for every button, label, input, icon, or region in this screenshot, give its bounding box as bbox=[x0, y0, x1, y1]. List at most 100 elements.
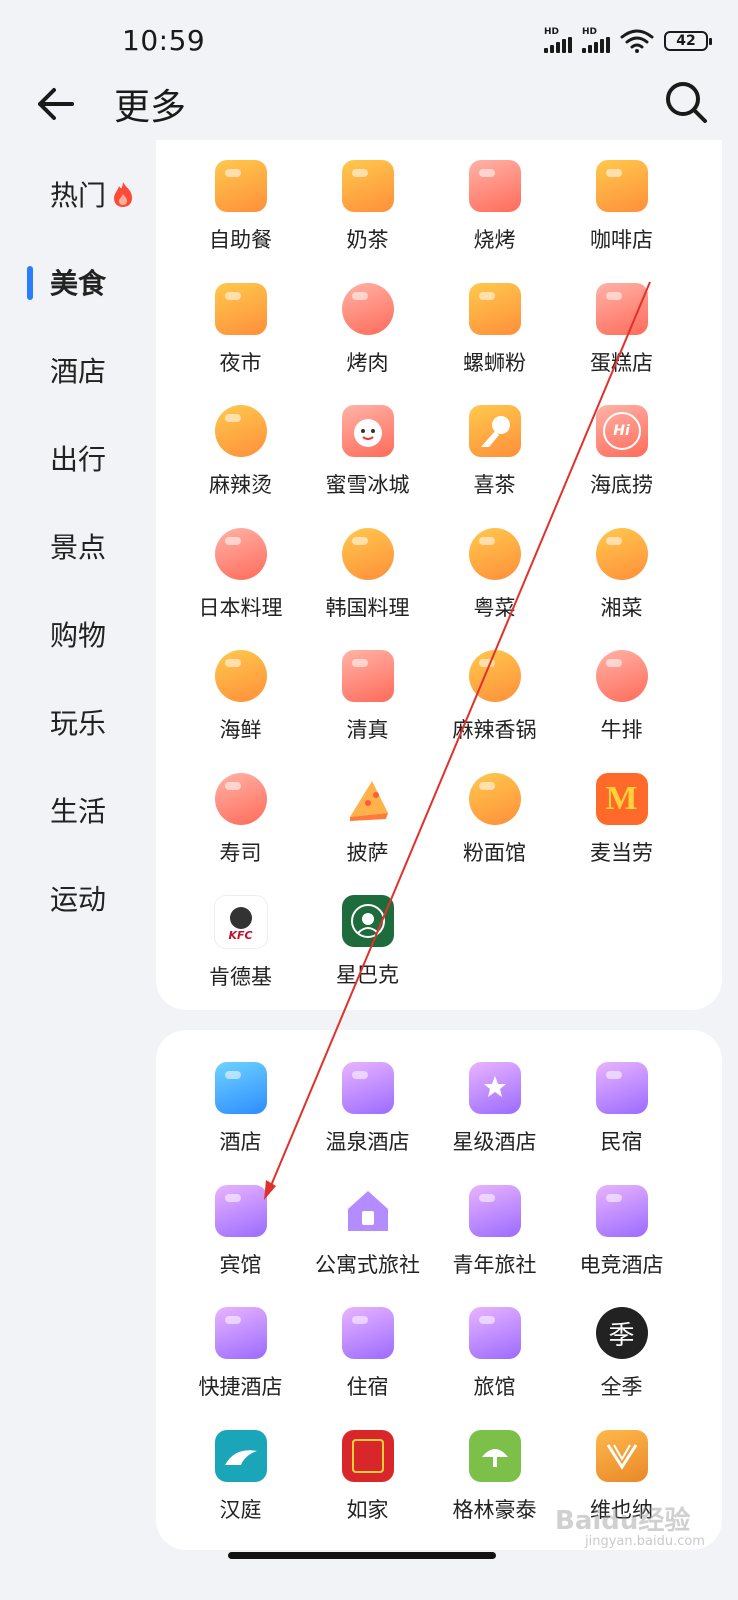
grid-item-japanese[interactable]: 日本料理 bbox=[177, 527, 304, 651]
grid-item-label: 夜市 bbox=[219, 350, 262, 375]
grid-item-label: 肯德基 bbox=[209, 965, 272, 989]
grid-item-sushi[interactable]: 寿司 bbox=[177, 772, 304, 896]
grid-item-hunan[interactable]: 湘菜 bbox=[558, 527, 685, 651]
sidebar-item-label: 景点 bbox=[50, 531, 107, 564]
grid-item-label: 烤肉 bbox=[346, 350, 389, 375]
grid-item-cake[interactable]: 蛋糕店 bbox=[558, 282, 685, 406]
grid-item-halal[interactable]: 清真 bbox=[304, 650, 431, 773]
grid-item-mcdonalds[interactable]: M 麦当劳 bbox=[558, 772, 685, 896]
sidebar-item-label: 美食 bbox=[50, 267, 107, 300]
mcdonalds-logo-icon: M bbox=[595, 772, 648, 825]
grid-item-grilled-meat[interactable]: 烤肉 bbox=[304, 282, 431, 406]
grid-item-hot-spring[interactable]: 温泉酒店 bbox=[304, 1062, 431, 1185]
noodle-shop-icon bbox=[468, 772, 521, 825]
mcdonalds-logo-text: M bbox=[605, 779, 638, 817]
grid-item-steak[interactable]: 牛排 bbox=[558, 650, 685, 773]
grid-item-buffet[interactable]: 自助餐 bbox=[177, 160, 304, 283]
sidebar-item-hotel[interactable]: 酒店 bbox=[0, 326, 155, 414]
grid-item-label: 宾馆 bbox=[219, 1252, 262, 1277]
home-indicator[interactable] bbox=[228, 1552, 496, 1559]
grid-item-label: 星级酒店 bbox=[452, 1130, 537, 1154]
grid-item-guesthouse[interactable]: 民宿 bbox=[558, 1062, 685, 1185]
grid-item-label: 如家 bbox=[346, 1497, 389, 1522]
spicy-pot-icon bbox=[468, 650, 521, 702]
sidebar-item-life[interactable]: 生活 bbox=[0, 766, 155, 854]
grid-item-korean[interactable]: 韩国料理 bbox=[304, 527, 431, 651]
mixue-logo-icon bbox=[341, 405, 394, 457]
grid-item-spicy-pot[interactable]: 麻辣香锅 bbox=[431, 650, 558, 773]
grid-item-label: 烧烤 bbox=[473, 228, 516, 252]
grid-item-label: 清真 bbox=[346, 718, 389, 742]
grid-item-label: 汉庭 bbox=[219, 1497, 262, 1522]
sidebar-item-scenic[interactable]: 景点 bbox=[0, 502, 155, 590]
grid-item-luosifen[interactable]: 螺蛳粉 bbox=[431, 282, 558, 406]
star-hotel-icon bbox=[468, 1062, 521, 1114]
hotel-building-icon bbox=[214, 1062, 267, 1114]
page-title: 更多 bbox=[114, 87, 187, 128]
grid-item-home-inn[interactable]: 如家 bbox=[304, 1429, 431, 1553]
watermark-logo: Baidu经验 bbox=[555, 1506, 691, 1536]
sidebar-item-shopping[interactable]: 购物 bbox=[0, 590, 155, 678]
sidebar-item-hot[interactable]: 热门 bbox=[0, 150, 155, 238]
grid-item-label: 粉面馆 bbox=[463, 840, 526, 865]
grid-item-label: 格林豪泰 bbox=[452, 1497, 537, 1522]
signal-hd-label: HD bbox=[544, 27, 560, 37]
grid-item-ji-hotel[interactable]: 季全季 bbox=[558, 1307, 685, 1430]
sidebar-item-sports[interactable]: 运动 bbox=[0, 854, 155, 942]
grid-item-starbucks[interactable]: 星巴克 bbox=[304, 895, 431, 1018]
sidebar-item-fun[interactable]: 玩乐 bbox=[0, 678, 155, 766]
grid-item-heytea[interactable]: 喜茶 bbox=[431, 405, 558, 528]
sidebar-item-label: 玩乐 bbox=[50, 707, 107, 740]
grid-item-kfc[interactable]: KFC 肯德基 bbox=[177, 895, 304, 1018]
grid-item-star-hotel[interactable]: 星级酒店 bbox=[431, 1062, 558, 1185]
header: 更多 bbox=[0, 70, 738, 134]
watermark-url: jingyan.baidu.com bbox=[585, 1534, 705, 1549]
grid-item-label: 全季 bbox=[600, 1375, 643, 1399]
grid-item-noodle-shop[interactable]: 粉面馆 bbox=[431, 772, 558, 896]
battery-level: 42 bbox=[676, 32, 696, 49]
grid-item-greentree[interactable]: 格林豪泰 bbox=[431, 1429, 558, 1553]
flame-icon bbox=[114, 182, 133, 207]
dome-icon bbox=[214, 160, 267, 212]
sidebar-item-travel[interactable]: 出行 bbox=[0, 414, 155, 502]
greentree-logo-icon bbox=[468, 1429, 521, 1482]
grid-item-cantonese[interactable]: 粤菜 bbox=[431, 527, 558, 651]
battery-indicator: 42 bbox=[664, 30, 712, 51]
kfc-logo-text: KFC bbox=[228, 928, 253, 942]
back-arrow-icon[interactable] bbox=[32, 80, 80, 128]
grid-item-esports-hotel[interactable]: 电竞酒店 bbox=[558, 1184, 685, 1308]
grid-item-express-hotel[interactable]: 快捷酒店 bbox=[177, 1307, 304, 1430]
search-icon[interactable] bbox=[664, 80, 708, 124]
grid-item-hotel[interactable]: 酒店 bbox=[177, 1062, 304, 1185]
grid-item-pizza[interactable]: 披萨 bbox=[304, 773, 431, 896]
grid-item-coffee[interactable]: 咖啡店 bbox=[558, 160, 685, 283]
heytea-logo-icon bbox=[468, 405, 521, 457]
grid-item-night-market[interactable]: 夜市 bbox=[177, 282, 304, 406]
grid-item-hanting[interactable]: 汉庭 bbox=[177, 1429, 304, 1553]
sidebar-item-food[interactable]: 美食 bbox=[0, 238, 155, 326]
hotel-grid: 酒店 温泉酒店 星级酒店 民宿 宾馆 公寓式旅社 青年旅社 电竞酒店 快捷酒店 … bbox=[156, 1030, 722, 1552]
sidebar-item-label: 酒店 bbox=[50, 355, 107, 388]
grid-item-seafood[interactable]: 海鲜 bbox=[177, 650, 304, 773]
grid-item-inn[interactable]: 宾馆 bbox=[177, 1184, 304, 1308]
grid-item-lodging[interactable]: 住宿 bbox=[304, 1307, 431, 1430]
grid-item-mixue[interactable]: 蜜雪冰城 bbox=[304, 405, 431, 528]
grid-item-hostel[interactable]: 旅馆 bbox=[431, 1307, 558, 1430]
sidebar-item-label: 出行 bbox=[50, 443, 107, 476]
sidebar-item-label: 购物 bbox=[50, 619, 107, 652]
bunk-bed-icon bbox=[468, 1184, 521, 1237]
hot-spring-icon bbox=[341, 1062, 394, 1114]
grid-item-label: 蜜雪冰城 bbox=[325, 473, 410, 497]
apartment-icon bbox=[342, 1185, 394, 1237]
grid-item-milk-tea[interactable]: 奶茶 bbox=[304, 160, 431, 283]
grid-item-malatang[interactable]: 麻辣烫 bbox=[177, 405, 304, 528]
category-sidebar: 热门 美食 酒店 出行 景点 购物 玩乐 生活 运动 bbox=[0, 150, 155, 942]
grid-item-label: 蛋糕店 bbox=[590, 350, 653, 375]
grid-item-haidilao[interactable]: Hi 海底捞 bbox=[558, 405, 685, 528]
grid-item-label: 麦当劳 bbox=[590, 840, 653, 865]
skewer-icon bbox=[468, 160, 521, 212]
grid-item-bbq[interactable]: 烧烤 bbox=[431, 160, 558, 283]
grid-item-apartment[interactable]: 公寓式旅社 bbox=[304, 1185, 431, 1308]
grid-item-label: 星巴克 bbox=[336, 963, 399, 987]
grid-item-youth-hostel[interactable]: 青年旅社 bbox=[431, 1184, 558, 1308]
